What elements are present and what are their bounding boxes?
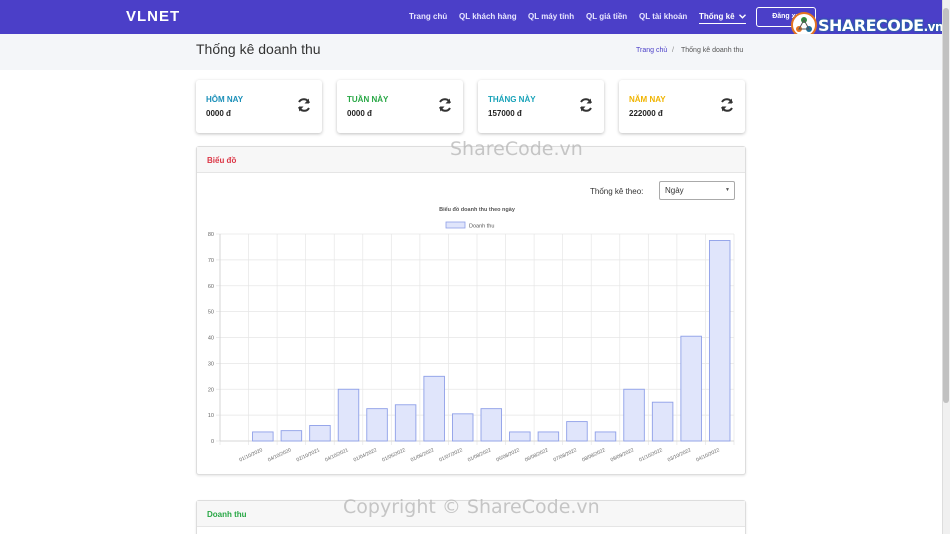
x-tick-label: 07/08/2022 — [553, 447, 578, 463]
x-tick-label: 04/10/2022 — [695, 447, 720, 463]
x-tick-label: 06/08/2022 — [524, 447, 549, 463]
x-tick-label: 04/10/2021 — [324, 447, 349, 463]
x-tick-label: 01/05/2022 — [381, 447, 406, 463]
bar — [280, 430, 303, 442]
x-tick-label: 03/10/2022 — [667, 447, 692, 463]
nav-computers[interactable]: QL máy tính — [528, 12, 574, 21]
card-month-value: 157000 đ — [488, 109, 522, 118]
card-month-label: THÁNG NÀY — [488, 95, 536, 104]
chart-panel-title: Biểu đồ — [207, 156, 237, 165]
nav-statistics-label: Thống kê — [699, 12, 735, 21]
x-tick-label: 01/04/2022 — [353, 447, 378, 463]
y-tick-label: 50 — [208, 310, 214, 316]
refresh-icon[interactable] — [437, 97, 453, 113]
x-tick-label: 08/08/2022 — [581, 447, 606, 463]
bar — [537, 431, 560, 442]
card-year-value: 222000 đ — [629, 109, 663, 118]
legend-swatch — [445, 221, 466, 229]
bar — [566, 421, 588, 442]
card-week-value: 0000 đ — [347, 109, 372, 118]
chevron-down-icon — [738, 14, 746, 20]
bar — [252, 431, 274, 442]
y-tick-label: 20 — [208, 387, 214, 393]
bar — [651, 401, 674, 442]
nav-accounts[interactable]: QL tài khoản — [639, 12, 687, 21]
card-week: TUẦN NÀY 0000 đ — [337, 80, 463, 133]
page-title: Thống kê doanh thu — [196, 41, 321, 57]
bar — [509, 431, 531, 442]
x-tick-label: 01/10/2020 — [238, 447, 263, 463]
caret-down-icon: ▼ — [725, 187, 730, 193]
bar — [708, 240, 731, 442]
y-tick-label: 40 — [208, 336, 214, 342]
y-tick-label: 60 — [208, 284, 214, 290]
y-tick-label: 10 — [208, 413, 214, 419]
nav-home[interactable]: Trang chủ — [409, 12, 447, 21]
card-year: NĂM NAY 222000 đ — [619, 80, 745, 133]
x-tick-label: 04/10/2020 — [267, 447, 292, 463]
bar — [366, 408, 388, 442]
revenue-bar-chart: Biểu đồ doanh thu theo ngày Doanh thu 0 10 2… — [208, 206, 735, 463]
watermark-logo-main: SHARECODE — [818, 15, 924, 35]
legend-label: Doanh thu — [469, 224, 494, 230]
x-tick-label: 01/08/2022 — [467, 447, 492, 463]
breadcrumb-separator: / — [672, 47, 674, 54]
bar — [480, 408, 503, 442]
scrollbar-thumb[interactable] — [943, 8, 949, 403]
nav-statistics[interactable]: Thống kê — [699, 12, 746, 24]
bar — [451, 413, 474, 442]
y-tick-label: 30 — [208, 361, 214, 367]
refresh-icon[interactable] — [578, 97, 594, 113]
x-tick-label: 05/08/2022 — [495, 447, 520, 463]
bar — [309, 425, 331, 442]
x-tick-label: 01/10/2022 — [638, 447, 663, 463]
watermark-copyright: Copyright © ShareCode.vn — [343, 496, 600, 518]
bar — [594, 431, 617, 442]
card-week-label: TUẦN NÀY — [347, 95, 389, 104]
bar — [680, 335, 702, 442]
watermark-logo-suffix: .vn — [923, 19, 944, 34]
breadcrumb-home[interactable]: Trang chủ — [636, 47, 667, 54]
y-tick-label: 0 — [211, 439, 214, 445]
x-tick-label: 01/06/2022 — [410, 447, 435, 463]
refresh-icon[interactable] — [296, 97, 312, 113]
card-month: THÁNG NÀY 157000 đ — [478, 80, 604, 133]
bar — [623, 388, 645, 442]
chart-title: Biểu đồ doanh thu theo ngày — [439, 206, 516, 213]
bar — [394, 404, 417, 442]
filter-select-value: Ngày — [665, 186, 684, 195]
x-tick-label: 09/09/2022 — [610, 447, 635, 463]
card-today: HÔM NAY 0000 đ — [196, 80, 322, 133]
card-today-label: HÔM NAY — [206, 95, 244, 104]
filter-select[interactable]: Ngày ▼ — [659, 181, 735, 200]
x-tick-label: 02/10/2021 — [296, 447, 321, 463]
watermark-text: ShareCode.vn — [450, 138, 583, 160]
y-tick-label: 80 — [208, 232, 214, 238]
card-year-label: NĂM NAY — [629, 95, 666, 104]
nav-prices[interactable]: QL giá tiền — [586, 12, 627, 21]
refresh-icon[interactable] — [719, 97, 735, 113]
brand-logo[interactable]: VLNET — [126, 8, 180, 25]
page-header — [0, 34, 942, 70]
breadcrumb-current: Thống kê doanh thu — [681, 47, 744, 54]
revenue-panel-title: Doanh thu — [207, 510, 247, 519]
nav-customers[interactable]: QL khách hàng — [459, 12, 517, 21]
card-today-value: 0000 đ — [206, 109, 231, 118]
bar — [423, 375, 445, 442]
y-tick-label: 70 — [208, 258, 214, 264]
x-tick-label: 01/07/2022 — [438, 447, 463, 463]
bar — [337, 388, 360, 442]
filter-label: Thống kê theo: — [590, 187, 644, 196]
